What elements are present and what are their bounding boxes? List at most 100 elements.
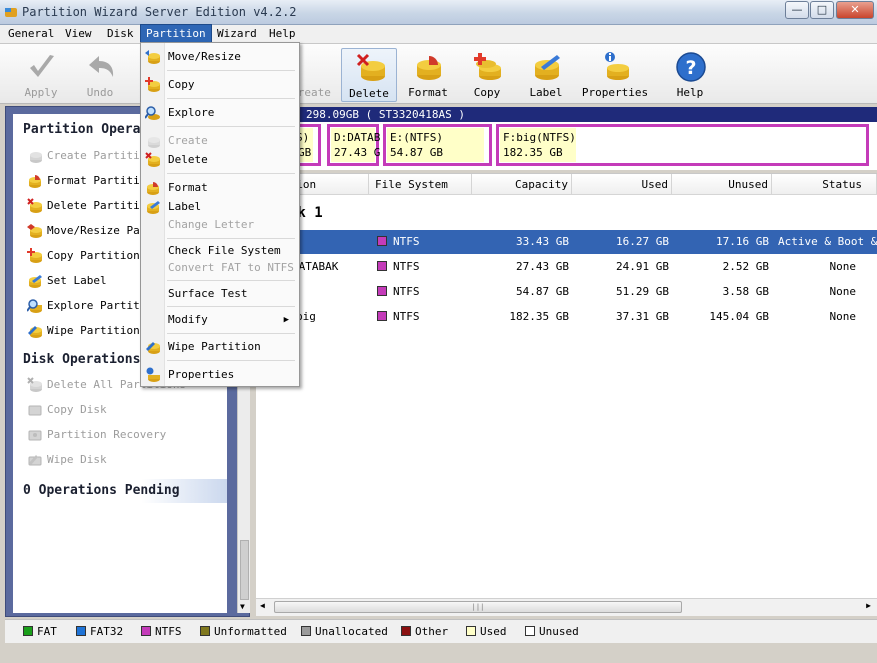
format-icon bbox=[147, 182, 159, 195]
menuitem-properties[interactable]: Properties bbox=[143, 365, 297, 385]
label-button[interactable]: Label bbox=[518, 48, 574, 102]
menu-separator bbox=[167, 126, 295, 127]
partition-block-f[interactable]: F:big(NTFS) 182.35 GB bbox=[496, 124, 869, 166]
svg-text:?: ? bbox=[685, 57, 696, 79]
copy-disk-icon bbox=[474, 53, 501, 80]
disk-header: 298.09GB ( ST3320418AS ) bbox=[256, 107, 877, 122]
menu-partition[interactable]: Partition bbox=[140, 24, 212, 44]
partition-block-d[interactable]: D:DATAB 27.43 G bbox=[327, 124, 380, 166]
recovery-icon bbox=[28, 430, 42, 441]
menu-bar: General View Disk Partition Wizard Help bbox=[0, 24, 877, 44]
menu-help[interactable]: Help bbox=[264, 25, 301, 43]
table-row[interactable]: NTFS 54.87 GB 51.29 GB 3.58 GB None bbox=[256, 280, 877, 304]
table-horizontal-scrollbar[interactable]: ◀ ||| ▶ bbox=[256, 598, 877, 616]
properties-disk-icon bbox=[605, 52, 629, 80]
table-row[interactable]: NTFS 33.43 GB 16.27 GB 17.16 GB Active &… bbox=[256, 230, 877, 254]
table-scroll-thumb[interactable]: ||| bbox=[274, 601, 682, 613]
copy-icon bbox=[145, 77, 160, 92]
scroll-left-arrow-icon[interactable]: ◀ bbox=[260, 601, 265, 610]
format-disk-icon bbox=[417, 56, 441, 80]
partition-table: ition File System Capacity Used Unused S… bbox=[256, 173, 877, 598]
col-unused[interactable]: Unused bbox=[672, 174, 772, 195]
menu-separator bbox=[167, 70, 295, 71]
menuitem-create[interactable]: Create bbox=[143, 131, 297, 151]
apply-button[interactable]: Apply bbox=[13, 48, 69, 102]
menu-disk[interactable]: Disk bbox=[102, 25, 139, 43]
table-row[interactable]: big NTFS 182.35 GB 37.31 GB 145.04 GB No… bbox=[256, 305, 877, 329]
menuitem-delete[interactable]: Delete bbox=[143, 150, 297, 170]
app-icon bbox=[5, 8, 17, 17]
label-disk-icon bbox=[535, 55, 560, 80]
title-bar: Partition Wizard Server Edition v4.2.2 —… bbox=[0, 0, 877, 25]
wipe-disk-icon bbox=[28, 455, 42, 466]
wipe-icon bbox=[28, 326, 42, 338]
used-swatch bbox=[466, 626, 476, 636]
menuitem-explore[interactable]: Explore bbox=[143, 103, 297, 123]
maximize-button[interactable]: □ bbox=[810, 1, 834, 19]
explore-icon bbox=[27, 299, 42, 313]
move-resize-icon bbox=[27, 224, 42, 238]
window-title: Partition Wizard Server Edition v4.2.2 bbox=[22, 5, 297, 19]
copy-partition-icon bbox=[27, 248, 42, 263]
col-capacity[interactable]: Capacity bbox=[472, 174, 572, 195]
scroll-down-arrow-icon[interactable]: ▼ bbox=[240, 602, 245, 611]
legend-unallocated: Unallocated bbox=[301, 625, 388, 638]
partition-block-e[interactable]: E:(NTFS) 54.87 GB bbox=[383, 124, 492, 166]
delete-button[interactable]: Delete bbox=[341, 48, 397, 102]
legend-unformatted: Unformatted bbox=[200, 625, 287, 638]
unformatted-swatch bbox=[200, 626, 210, 636]
menuitem-move-resize[interactable]: Move/Resize bbox=[143, 47, 297, 67]
menu-separator bbox=[167, 360, 295, 361]
toolbar: Apply Undo Create Delete Format Copy Lab… bbox=[0, 44, 877, 104]
menuitem-convert-fat-to-ntfs[interactable]: Convert FAT to NTFS bbox=[143, 258, 297, 278]
menuitem-copy[interactable]: Copy bbox=[143, 75, 297, 95]
delete-disk-icon bbox=[356, 53, 385, 81]
menu-view[interactable]: View bbox=[60, 25, 97, 43]
format-button[interactable]: Format bbox=[400, 48, 456, 102]
menuitem-format[interactable]: Format bbox=[143, 178, 297, 198]
close-button[interactable]: ✕ bbox=[836, 1, 874, 19]
ntfs-swatch bbox=[377, 286, 387, 296]
other-swatch bbox=[401, 626, 411, 636]
ntfs-swatch bbox=[141, 626, 151, 636]
scroll-thumb[interactable] bbox=[240, 540, 249, 600]
menuitem-label[interactable]: Label bbox=[143, 197, 297, 217]
copy-disk-icon bbox=[28, 405, 42, 416]
menu-wizard[interactable]: Wizard bbox=[212, 25, 262, 43]
menu-general[interactable]: General bbox=[3, 25, 59, 43]
delete-icon bbox=[145, 152, 160, 167]
help-icon: ? bbox=[676, 52, 706, 82]
unused-swatch bbox=[525, 626, 535, 636]
set-label-icon bbox=[29, 275, 42, 288]
fat32-swatch bbox=[76, 626, 86, 636]
create-icon bbox=[148, 137, 160, 148]
menuitem-surface-test[interactable]: Surface Test bbox=[143, 284, 297, 304]
properties-button[interactable]: Properties bbox=[582, 48, 648, 102]
ntfs-swatch bbox=[377, 311, 387, 321]
menuitem-modify[interactable]: Modify ▶ bbox=[143, 310, 297, 330]
legend-ntfs: NTFS bbox=[141, 625, 182, 638]
create-partition-icon bbox=[30, 152, 42, 163]
copy-button[interactable]: Copy bbox=[459, 48, 515, 102]
table-row[interactable]: DATABAK NTFS 27.43 GB 24.91 GB 2.52 GB N… bbox=[256, 255, 877, 279]
col-status[interactable]: Status bbox=[772, 174, 877, 195]
legend-used: Used bbox=[466, 625, 507, 638]
help-button[interactable]: ? Help bbox=[662, 48, 718, 102]
col-file-system[interactable]: File System bbox=[369, 174, 472, 195]
menu-separator bbox=[167, 280, 295, 281]
format-partition-icon bbox=[29, 175, 41, 188]
explore-icon bbox=[145, 106, 160, 120]
menu-separator bbox=[167, 238, 295, 239]
partition-menu-dropdown: Move/Resize Copy Explore Create Delete F… bbox=[140, 42, 300, 387]
label-icon bbox=[147, 201, 160, 214]
menu-separator bbox=[167, 306, 295, 307]
minimize-button[interactable]: — bbox=[785, 1, 809, 19]
col-used[interactable]: Used bbox=[572, 174, 672, 195]
legend-unused: Unused bbox=[525, 625, 579, 638]
scroll-right-arrow-icon[interactable]: ▶ bbox=[866, 601, 871, 610]
menuitem-change-letter[interactable]: Change Letter bbox=[143, 215, 297, 235]
menuitem-wipe-partition[interactable]: Wipe Partition bbox=[143, 337, 297, 357]
menu-separator bbox=[167, 173, 295, 174]
undo-button[interactable]: Undo bbox=[72, 48, 128, 102]
properties-icon bbox=[146, 367, 160, 382]
